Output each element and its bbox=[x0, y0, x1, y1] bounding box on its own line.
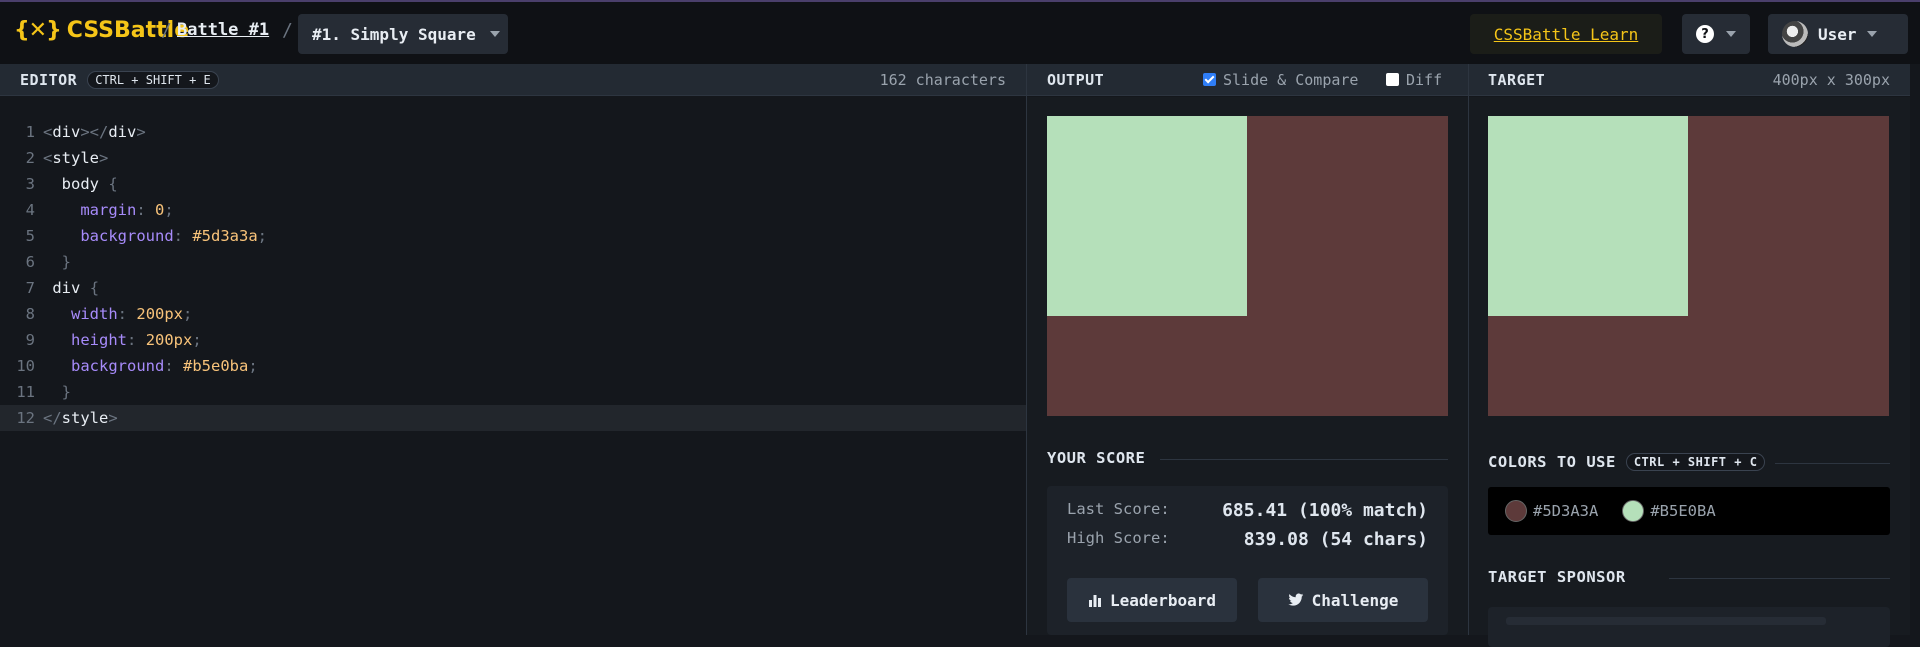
leaderboard-button[interactable]: Leaderboard bbox=[1067, 578, 1237, 622]
top-bar: {✕} CSSBattle / Battle #1 / #1. Simply S… bbox=[0, 0, 1920, 64]
output-title: OUTPUT bbox=[1047, 70, 1105, 89]
target-sponsor-title: TARGET SPONSOR bbox=[1488, 568, 1626, 586]
breadcrumb-separator: / bbox=[282, 20, 293, 41]
line-number: 5 bbox=[25, 227, 35, 245]
code-line: 7 div { bbox=[0, 275, 1026, 301]
output-header: OUTPUT Slide & Compare Diff bbox=[1027, 64, 1468, 96]
editor-header: EDITOR CTRL + SHIFT + E 162 characters bbox=[0, 64, 1026, 96]
last-score-label: Last Score: bbox=[1067, 500, 1170, 518]
output-preview[interactable] bbox=[1047, 116, 1448, 416]
code-line: 1 <div></div> bbox=[0, 119, 1026, 145]
line-number: 6 bbox=[25, 253, 35, 271]
colors-to-use-title: COLORS TO USE CTRL + SHIFT + C bbox=[1488, 453, 1766, 471]
editor-shortcut-badge: CTRL + SHIFT + E bbox=[87, 70, 219, 89]
char-count: 162 characters bbox=[879, 70, 1006, 89]
output-panel: YOUR SCORE Last Score: 685.41 (100% matc… bbox=[1027, 97, 1468, 635]
avatar bbox=[1782, 21, 1808, 47]
line-number: 11 bbox=[16, 383, 35, 401]
line-number: 10 bbox=[16, 357, 35, 375]
learn-button[interactable]: CSSBattle Learn bbox=[1470, 14, 1662, 54]
line-number: 4 bbox=[25, 201, 35, 219]
help-menu-button[interactable]: ? bbox=[1682, 14, 1750, 54]
code-line: 6 } bbox=[0, 249, 1026, 275]
target-header: TARGET 400px x 300px bbox=[1469, 64, 1910, 96]
color-swatch[interactable]: #5D3A3A bbox=[1505, 500, 1598, 522]
code-line: 11 } bbox=[0, 379, 1026, 405]
user-name: User bbox=[1818, 24, 1857, 44]
line-number: 1 bbox=[25, 123, 35, 141]
output-square bbox=[1047, 116, 1247, 316]
chevron-down-icon bbox=[1726, 31, 1736, 37]
code-line-active: 12 </style> bbox=[0, 405, 1026, 431]
code-line: 9 height: 200px; bbox=[0, 327, 1026, 353]
level-select[interactable]: #1. Simply Square bbox=[298, 14, 508, 54]
line-number: 7 bbox=[25, 279, 35, 297]
slide-compare-option[interactable]: Slide & Compare bbox=[1203, 71, 1358, 89]
chevron-down-icon bbox=[1866, 31, 1877, 37]
target-square bbox=[1488, 116, 1688, 316]
color-dot-icon bbox=[1622, 500, 1645, 522]
score-card: Last Score: 685.41 (100% match) High Sco… bbox=[1047, 486, 1448, 635]
bar-chart-icon bbox=[1089, 595, 1102, 607]
line-number: 12 bbox=[16, 409, 35, 427]
leaderboard-label: Leaderboard bbox=[1110, 590, 1216, 610]
breadcrumb-separator: / bbox=[161, 20, 172, 41]
line-number: 2 bbox=[25, 149, 35, 167]
level-select-label: #1. Simply Square bbox=[312, 24, 476, 44]
high-score-row: High Score: 839.08 (54 chars) bbox=[1067, 529, 1428, 550]
twitter-icon bbox=[1288, 593, 1303, 606]
line-number: 9 bbox=[25, 331, 35, 349]
challenge-button[interactable]: Challenge bbox=[1258, 578, 1428, 622]
breadcrumb-battle-link[interactable]: Battle #1 bbox=[177, 20, 269, 40]
line-number: 8 bbox=[25, 305, 35, 323]
line-number: 3 bbox=[25, 175, 35, 193]
code-line: 4 margin: 0; bbox=[0, 197, 1026, 223]
slide-compare-label: Slide & Compare bbox=[1223, 70, 1359, 89]
help-icon: ? bbox=[1696, 25, 1714, 43]
logo-mark-icon: {✕} bbox=[14, 18, 62, 43]
divider bbox=[1160, 459, 1448, 460]
diff-label: Diff bbox=[1406, 70, 1443, 89]
target-size: 400px x 300px bbox=[1772, 70, 1890, 89]
slide-compare-checkbox[interactable] bbox=[1203, 72, 1216, 86]
divider bbox=[1775, 463, 1890, 464]
chevron-down-icon bbox=[489, 31, 500, 37]
colors-shortcut-badge: CTRL + SHIFT + C bbox=[1625, 453, 1766, 471]
challenge-label: Challenge bbox=[1311, 590, 1399, 610]
editor-title: EDITOR bbox=[20, 70, 78, 89]
high-score-label: High Score: bbox=[1067, 529, 1170, 547]
code-line: 10 background: #b5e0ba; bbox=[0, 353, 1026, 379]
target-preview bbox=[1488, 116, 1889, 416]
last-score-row: Last Score: 685.41 (100% match) bbox=[1067, 500, 1428, 521]
code-line: 8 width: 200px; bbox=[0, 301, 1026, 327]
last-score-value: 685.41 (100% match) bbox=[1222, 500, 1428, 521]
high-score-value: 839.08 (54 chars) bbox=[1243, 529, 1428, 550]
your-score-title: YOUR SCORE bbox=[1047, 449, 1146, 467]
user-menu-button[interactable]: User bbox=[1768, 14, 1908, 54]
color-swatches: #5D3A3A #B5E0BA bbox=[1488, 487, 1890, 535]
color-swatch[interactable]: #B5E0BA bbox=[1622, 500, 1716, 522]
color-hex: #5D3A3A bbox=[1533, 502, 1599, 520]
code-editor[interactable]: 1 <div></div> 2 <style> 3 body { 4 margin:… bbox=[0, 97, 1026, 635]
color-hex: #B5E0BA bbox=[1650, 502, 1716, 520]
code-line: 5 background: #5d3a3a; bbox=[0, 223, 1026, 249]
target-panel: COLORS TO USE CTRL + SHIFT + C #5D3A3A #… bbox=[1469, 97, 1910, 647]
sponsor-placeholder bbox=[1506, 617, 1826, 625]
divider bbox=[1669, 578, 1890, 579]
color-dot-icon bbox=[1505, 500, 1527, 522]
target-title: TARGET bbox=[1488, 70, 1546, 89]
code-line: 2 <style> bbox=[0, 145, 1026, 171]
sponsor-card bbox=[1488, 607, 1890, 647]
diff-checkbox[interactable] bbox=[1386, 72, 1399, 86]
diff-option[interactable]: Diff bbox=[1386, 71, 1442, 89]
colors-title-label: COLORS TO USE bbox=[1488, 453, 1616, 471]
code-line: 3 body { bbox=[0, 171, 1026, 197]
